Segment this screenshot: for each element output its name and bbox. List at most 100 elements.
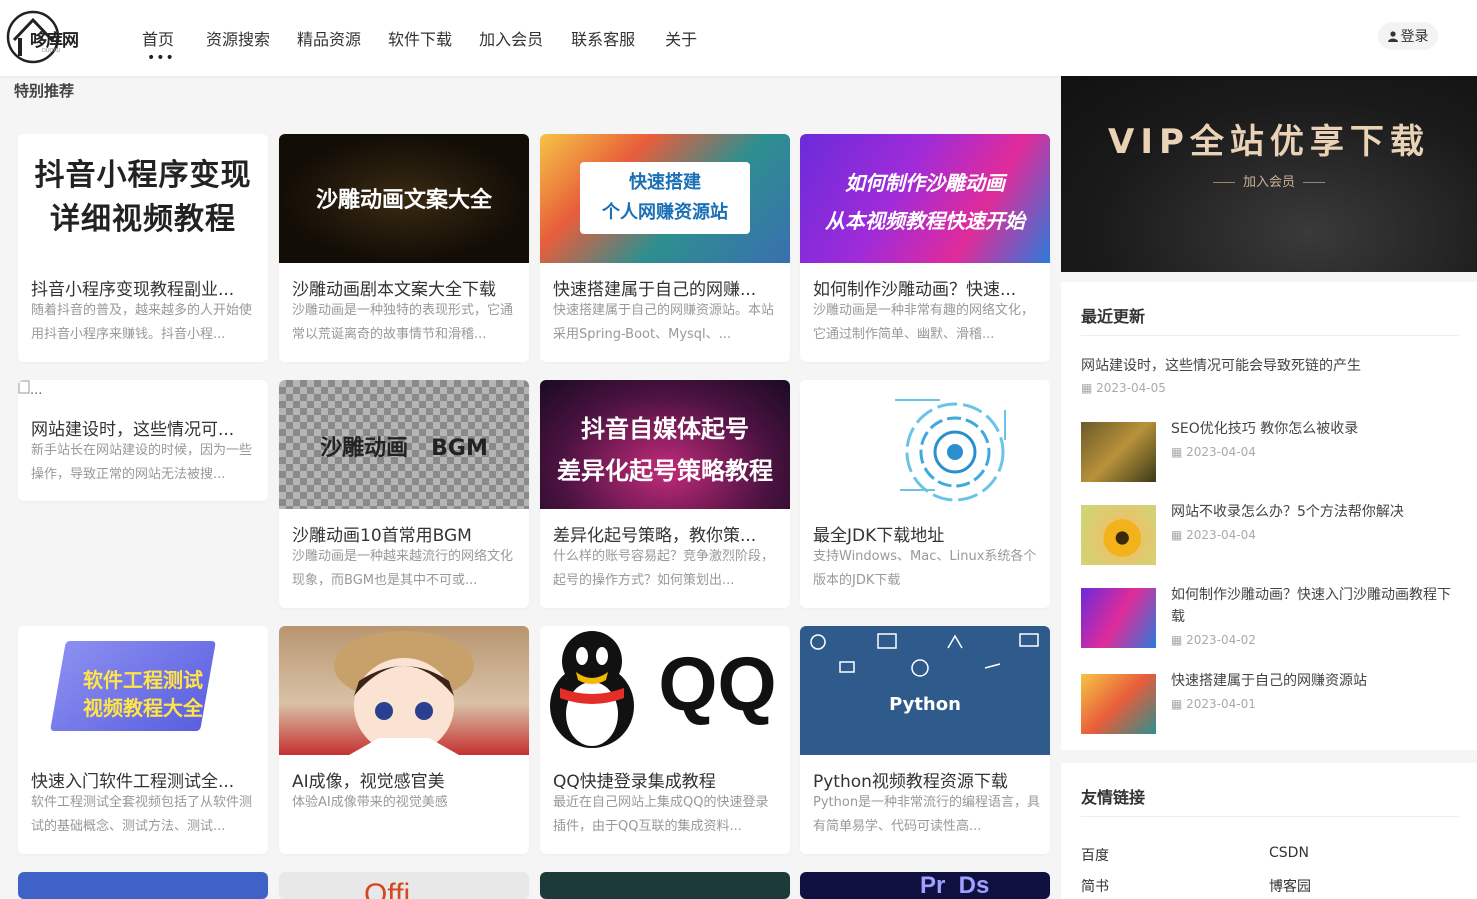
- card-desc: 沙雕动画是一种越来越流行的网络文化现象，而BGM也是其中不可或...: [292, 549, 514, 588]
- card-title: Python视频教程资源下载: [813, 772, 1008, 792]
- recent-item-title[interactable]: 如何制作沙雕动画？快速入门沙雕动画教程下载: [1171, 584, 1459, 628]
- card-thumbnail: 抖音自媒体起号 差异化起号策略教程: [540, 380, 790, 509]
- card-thumbnail: 如何制作沙雕动画 从本视频教程快速开始: [800, 134, 1050, 263]
- recent-item-title[interactable]: 快速搭建属于自己的网赚资源站: [1171, 670, 1367, 692]
- vip-title: VIP全站优享下载: [1108, 122, 1430, 162]
- card-thumbnail: QQ: [540, 626, 790, 755]
- card[interactable]: 沙雕动画文案大全 沙雕动画剧本文案大全下载 沙雕动画是一种独特的表现形式，它通常…: [279, 134, 529, 362]
- card[interactable]: 抖音自媒体起号 差异化起号策略教程 差异化起号策略，教你策... 什么样的账号容…: [540, 380, 790, 608]
- card-thumbnail: 抖音小程序变现 详细视频教程: [18, 134, 268, 263]
- recent-item-thumbnail[interactable]: [1081, 588, 1156, 648]
- broken-image: ...: [18, 380, 42, 398]
- card-desc: 沙雕动画是一种独特的表现形式，它通常以荒诞离奇的故事情节和滑稽...: [292, 303, 514, 342]
- recent-item-date: ▦ 2023-04-04: [1171, 445, 1256, 459]
- card-title: 差异化起号策略，教你策...: [553, 526, 757, 546]
- site-logo[interactable]: 哆库网 DUOKU: [6, 10, 82, 64]
- card-title: AI成像，视觉感官美: [292, 772, 445, 792]
- divider: [1081, 816, 1459, 817]
- card-title: 沙雕动画10首常用BGM: [292, 526, 472, 546]
- recent-item-date: ▦ 2023-04-05: [1081, 381, 1166, 395]
- card[interactable]: 沙雕动画 BGM 沙雕动画10首常用BGM 沙雕动画是一种越来越流行的网络文化现…: [279, 380, 529, 608]
- card-desc: Python是一种非常流行的编程语言，具有简单易学、代码可读性高...: [813, 795, 1041, 834]
- card-thumbnail: [279, 626, 529, 755]
- recent-updates-title: 最近更新: [1081, 307, 1146, 326]
- nav-software-download[interactable]: 软件下载: [388, 26, 452, 50]
- recent-item-title[interactable]: SEO优化技巧 教你怎么被收录: [1171, 418, 1358, 440]
- card-thumbnail: 沙雕动画文案大全: [279, 134, 529, 263]
- calendar-icon: ▦: [1171, 633, 1187, 647]
- card[interactable]: AI成像，视觉感官美 体验AI成像带来的视觉美感: [279, 626, 529, 854]
- card-desc: 最近在自己网站上集成QQ的快速登录插件，由于QQ互联的集成资料...: [553, 795, 769, 834]
- card-title: 抖音小程序变现教程副业...: [31, 280, 235, 300]
- card-desc: 新手站长在网站建设的时候，因为一些操作，导致正常的网站无法被搜...: [31, 443, 253, 482]
- card[interactable]: 如何制作沙雕动画 从本视频教程快速开始 如何制作沙雕动画？快速... 沙雕动画是…: [800, 134, 1050, 362]
- site-header: 哆库网 DUOKU 首页 资源搜索 精品资源 软件下载 加入会员 联系客服 关于…: [0, 0, 1477, 76]
- user-icon: [1387, 30, 1398, 42]
- card[interactable]: ... 网站建设时，这些情况可... 新手站长在网站建设的时候，因为一些操作，导…: [18, 380, 268, 501]
- card-desc: 软件工程测试全套视频包括了从软件测试的基础概念、测试方法、测试...: [31, 795, 253, 834]
- divider: [1081, 335, 1459, 336]
- card-title: QQ快捷登录集成教程: [553, 772, 716, 792]
- card[interactable]: [540, 872, 790, 899]
- card-title: 快速搭建属于自己的网赚...: [553, 280, 757, 300]
- card-title: 沙雕动画剧本文案大全下载: [292, 280, 496, 300]
- card[interactable]: [18, 872, 268, 899]
- recent-item-date: ▦ 2023-04-04: [1171, 528, 1256, 542]
- friend-link[interactable]: 百度: [1081, 845, 1109, 865]
- recent-item-title[interactable]: 网站不收录怎么办？5个方法帮你解决: [1171, 501, 1404, 523]
- nav-resource-search[interactable]: 资源搜索: [206, 26, 270, 50]
- nav-contact-support[interactable]: 联系客服: [571, 26, 635, 50]
- vip-banner[interactable]: VIP全站优享下载 加入会员: [1061, 76, 1477, 272]
- recent-item-thumbnail[interactable]: [1081, 422, 1156, 482]
- card[interactable]: 快速搭建 个人网赚资源站 快速搭建属于自己的网赚... 快速搭建属于自己的网赚资…: [540, 134, 790, 362]
- recent-item-date: ▦ 2023-04-02: [1171, 633, 1256, 647]
- card-desc: 随着抖音的普及，越来越多的人开始使用抖音小程序来赚钱。抖音小程...: [31, 303, 253, 342]
- logo-subtext: DUOKU: [42, 48, 61, 54]
- friend-link[interactable]: 博客园: [1269, 876, 1311, 896]
- recent-updates-panel: 最近更新 网站建设时，这些情况可能会导致死链的产生 ▦ 2023-04-05 S…: [1061, 282, 1477, 750]
- broken-image-icon: [18, 380, 30, 394]
- main-nav: 首页 资源搜索 精品资源 软件下载 加入会员 联系客服 关于: [142, 26, 697, 50]
- card-desc: 沙雕动画是一种非常有趣的网络文化，它通过制作简单、幽默、滑稽...: [813, 303, 1035, 342]
- card-title: 如何制作沙雕动画？快速...: [813, 280, 1017, 300]
- friend-link[interactable]: CSDN: [1269, 845, 1309, 861]
- data-icons-illustration: [810, 633, 1039, 677]
- nav-active-indicator: •••: [147, 50, 175, 66]
- card-thumbnail: Python: [800, 626, 1050, 755]
- login-button[interactable]: 登录: [1378, 22, 1438, 50]
- recent-item-thumbnail[interactable]: [1081, 674, 1156, 734]
- nav-home[interactable]: 首页: [142, 26, 174, 50]
- circuit-illustration: [895, 399, 1006, 502]
- calendar-icon: ▦: [1171, 528, 1187, 542]
- card[interactable]: QQ QQ快捷登录集成教程 最近在自己网站上集成QQ的快速登录插件，由于QQ互联…: [540, 626, 790, 854]
- card-title: 最全JDK下载地址: [813, 526, 945, 546]
- card-desc: 支持Windows、Mac、Linux系统各个版本的JDK下载: [813, 549, 1037, 588]
- card-title: 网站建设时，这些情况可...: [31, 420, 235, 440]
- card[interactable]: Offi: [279, 872, 529, 899]
- card[interactable]: 最全JDK下载地址 支持Windows、Mac、Linux系统各个版本的JDK下…: [800, 380, 1050, 608]
- card-desc: 体验AI成像带来的视觉美感: [292, 795, 448, 810]
- card-title: 快速入门软件工程测试全...: [31, 772, 235, 792]
- calendar-icon: ▦: [1171, 445, 1187, 459]
- anime-girl-illustration: [334, 631, 474, 755]
- login-label: 登录: [1400, 29, 1429, 45]
- nav-join-member[interactable]: 加入会员: [479, 26, 543, 50]
- card[interactable]: Pr Ds: [800, 872, 1050, 899]
- card-thumbnail: [800, 380, 1050, 509]
- card-desc: 快速搭建属于自己的网赚资源站。本站采用Spring-Boot、Mysql、...: [553, 303, 775, 342]
- friend-link[interactable]: 简书: [1081, 876, 1109, 896]
- card[interactable]: 抖音小程序变现 详细视频教程 抖音小程序变现教程副业... 随着抖音的普及，越来…: [18, 134, 268, 362]
- card-desc: 什么样的账号容易起？竞争激烈阶段，起号的操作方式？如何策划出...: [553, 549, 775, 588]
- card[interactable]: 软件工程测试 视频教程大全 快速入门软件工程测试全... 软件工程测试全套视频包…: [18, 626, 268, 854]
- nav-premium-resources[interactable]: 精品资源: [297, 26, 361, 50]
- nav-about[interactable]: 关于: [665, 26, 697, 50]
- recent-item-thumbnail[interactable]: [1081, 505, 1156, 565]
- calendar-icon: ▦: [1171, 697, 1187, 711]
- qq-penguin-icon: [550, 631, 634, 748]
- card[interactable]: Python Python视频教程资源下载 Python是一种非常流行的编程语言…: [800, 626, 1050, 854]
- recent-item-title[interactable]: 网站建设时，这些情况可能会导致死链的产生: [1081, 355, 1361, 377]
- friend-links-title: 友情链接: [1081, 788, 1146, 807]
- recent-item-date: ▦ 2023-04-01: [1171, 697, 1256, 711]
- friend-links-panel: 友情链接 百度 CSDN 简书 博客园: [1061, 763, 1477, 899]
- vip-join-link[interactable]: 加入会员: [1061, 171, 1477, 190]
